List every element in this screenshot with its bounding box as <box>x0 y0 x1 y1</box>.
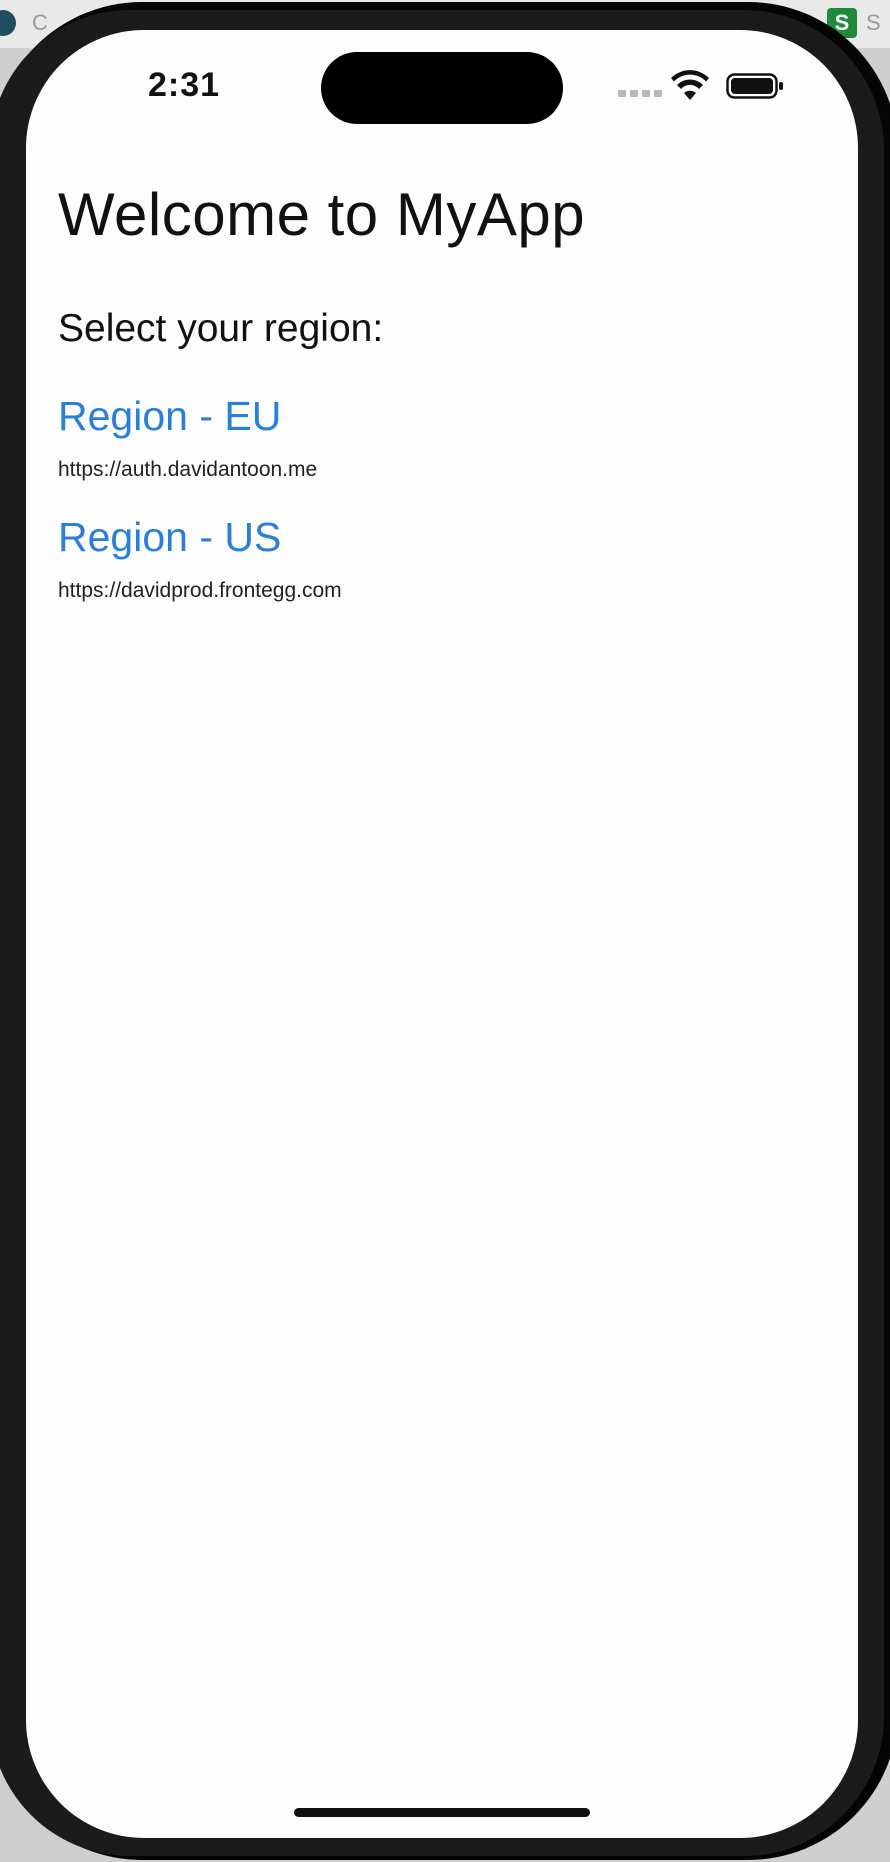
battery-icon <box>726 73 783 99</box>
background-tab-text-right: S <box>866 10 881 35</box>
status-time: 2:31 <box>148 66 221 104</box>
page-title: Welcome to MyApp <box>58 181 586 248</box>
wifi-icon <box>671 70 709 100</box>
region-list: Region - EU https://auth.davidantoon.me … <box>58 393 826 603</box>
background-tab-text: C <box>32 10 48 35</box>
dynamic-island <box>321 52 563 124</box>
app-icon <box>0 10 16 36</box>
phone-screen: 2:31 Welcome to MyApp Select your region… <box>26 30 858 1838</box>
region-us-url: https://davidprod.frontegg.com <box>58 579 342 602</box>
region-us-link[interactable]: Region - US <box>58 514 826 561</box>
main-content: Welcome to MyApp Select your region: Reg… <box>58 180 826 635</box>
region-prompt: Select your region: <box>58 307 384 350</box>
region-item-us: Region - US https://davidprod.frontegg.c… <box>58 514 826 603</box>
region-item-eu: Region - EU https://auth.davidantoon.me <box>58 393 826 482</box>
region-eu-url: https://auth.davidantoon.me <box>58 458 318 481</box>
region-eu-link[interactable]: Region - EU <box>58 393 826 440</box>
signal-icon <box>618 90 662 97</box>
home-indicator[interactable] <box>294 1808 590 1817</box>
